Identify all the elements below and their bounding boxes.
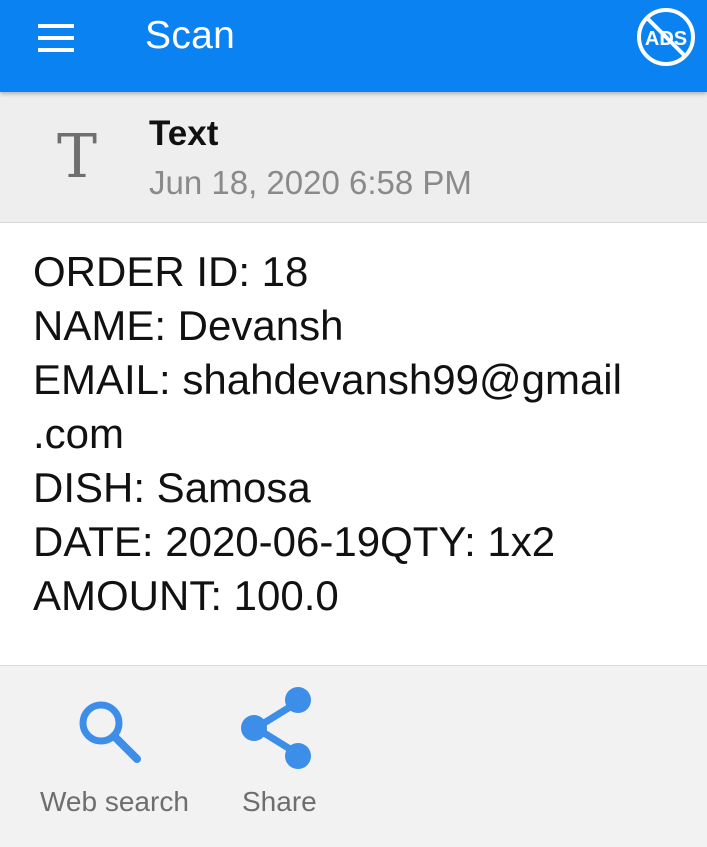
content-line: ORDER ID: 18 xyxy=(33,248,309,295)
scan-content: ORDER ID: 18 NAME: Devansh EMAIL: shahde… xyxy=(33,245,683,623)
scan-result-header: T Text Jun 18, 2020 6:58 PM xyxy=(0,92,707,223)
content-line: NAME: Devansh xyxy=(33,302,344,349)
app-bar: Scan ADS xyxy=(0,0,707,92)
share-icon xyxy=(241,687,311,769)
menu-button[interactable] xyxy=(28,18,84,58)
search-icon xyxy=(79,701,141,763)
scan-timestamp: Jun 18, 2020 6:58 PM xyxy=(149,164,472,201)
content-line: DATE: 2020-06-19QTY: 1x2 xyxy=(33,518,556,565)
content-line: EMAIL: shahdevansh99@gmail xyxy=(33,356,622,403)
share-button[interactable]: Share xyxy=(220,666,340,836)
web-search-label: Web search xyxy=(40,786,189,817)
action-bar: Web search Share xyxy=(0,665,707,847)
remove-ads-button[interactable]: ADS xyxy=(634,5,698,69)
share-label: Share xyxy=(242,786,317,817)
page-title: Scan xyxy=(145,14,236,57)
no-ads-icon: ADS xyxy=(637,8,695,66)
content-line: AMOUNT: 100.0 xyxy=(33,572,339,619)
content-line: DISH: Samosa xyxy=(33,464,311,511)
text-type-icon: T xyxy=(57,122,98,192)
result-type-label: Text xyxy=(149,114,219,153)
menu-icon xyxy=(38,24,74,52)
web-search-button[interactable]: Web search xyxy=(30,666,200,836)
content-line: .com xyxy=(33,410,125,457)
